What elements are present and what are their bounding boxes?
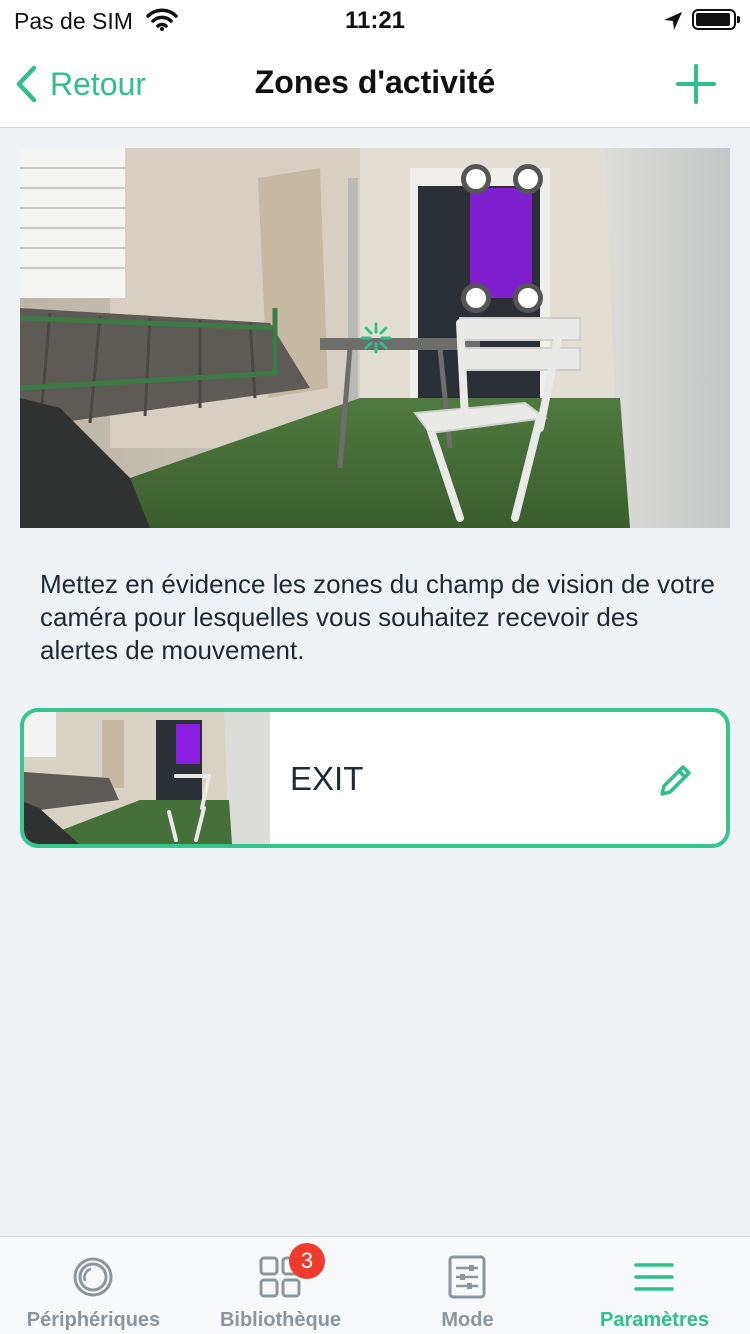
mode-sliders-icon [448, 1255, 486, 1299]
instructions-text: Mettez en évidence les zones du champ de… [40, 569, 715, 665]
zone-handle-bottom-right[interactable] [513, 283, 543, 313]
devices-icon [73, 1257, 113, 1297]
menu-icon [634, 1263, 674, 1291]
notification-badge: 3 [289, 1243, 325, 1279]
add-zone-button[interactable] [674, 62, 718, 106]
zone-name: EXIT [290, 760, 364, 797]
camera-image [20, 148, 730, 528]
location-arrow-icon [662, 10, 684, 37]
edit-zone-button[interactable] [656, 760, 696, 800]
tab-bar: Périphériques 3 Bibliothèque Mode Paramè… [0, 1236, 750, 1334]
clock: 11:21 [344, 7, 406, 34]
tab-label: Périphériques [26, 1309, 161, 1331]
page-title: Zones d'activité [254, 64, 496, 100]
tab-label: Bibliothèque [219, 1309, 342, 1331]
zone-thumbnail [24, 712, 270, 844]
camera-preview[interactable] [20, 148, 730, 528]
status-bar: Pas de SIM 11:21 [0, 0, 750, 40]
zone-handle-bottom-left[interactable] [461, 283, 491, 313]
zone-handle-top-left[interactable] [461, 164, 491, 194]
tab-label: Paramètres [600, 1309, 709, 1331]
battery-icon [692, 9, 740, 30]
tab-bibliotheque[interactable]: 3 Bibliothèque [187, 1237, 374, 1334]
zone-item[interactable]: EXIT [20, 708, 730, 848]
navigation-bar: Retour Zones d'activité [0, 40, 750, 128]
tab-mode[interactable]: Mode [374, 1237, 561, 1334]
tab-peripheriques[interactable]: Périphériques [0, 1237, 187, 1334]
zone-handle-top-right[interactable] [513, 164, 543, 194]
tab-label: Mode [441, 1309, 494, 1331]
pencil-icon [660, 765, 691, 796]
tab-parametres[interactable]: Paramètres [561, 1237, 748, 1334]
plus-icon [676, 64, 716, 104]
